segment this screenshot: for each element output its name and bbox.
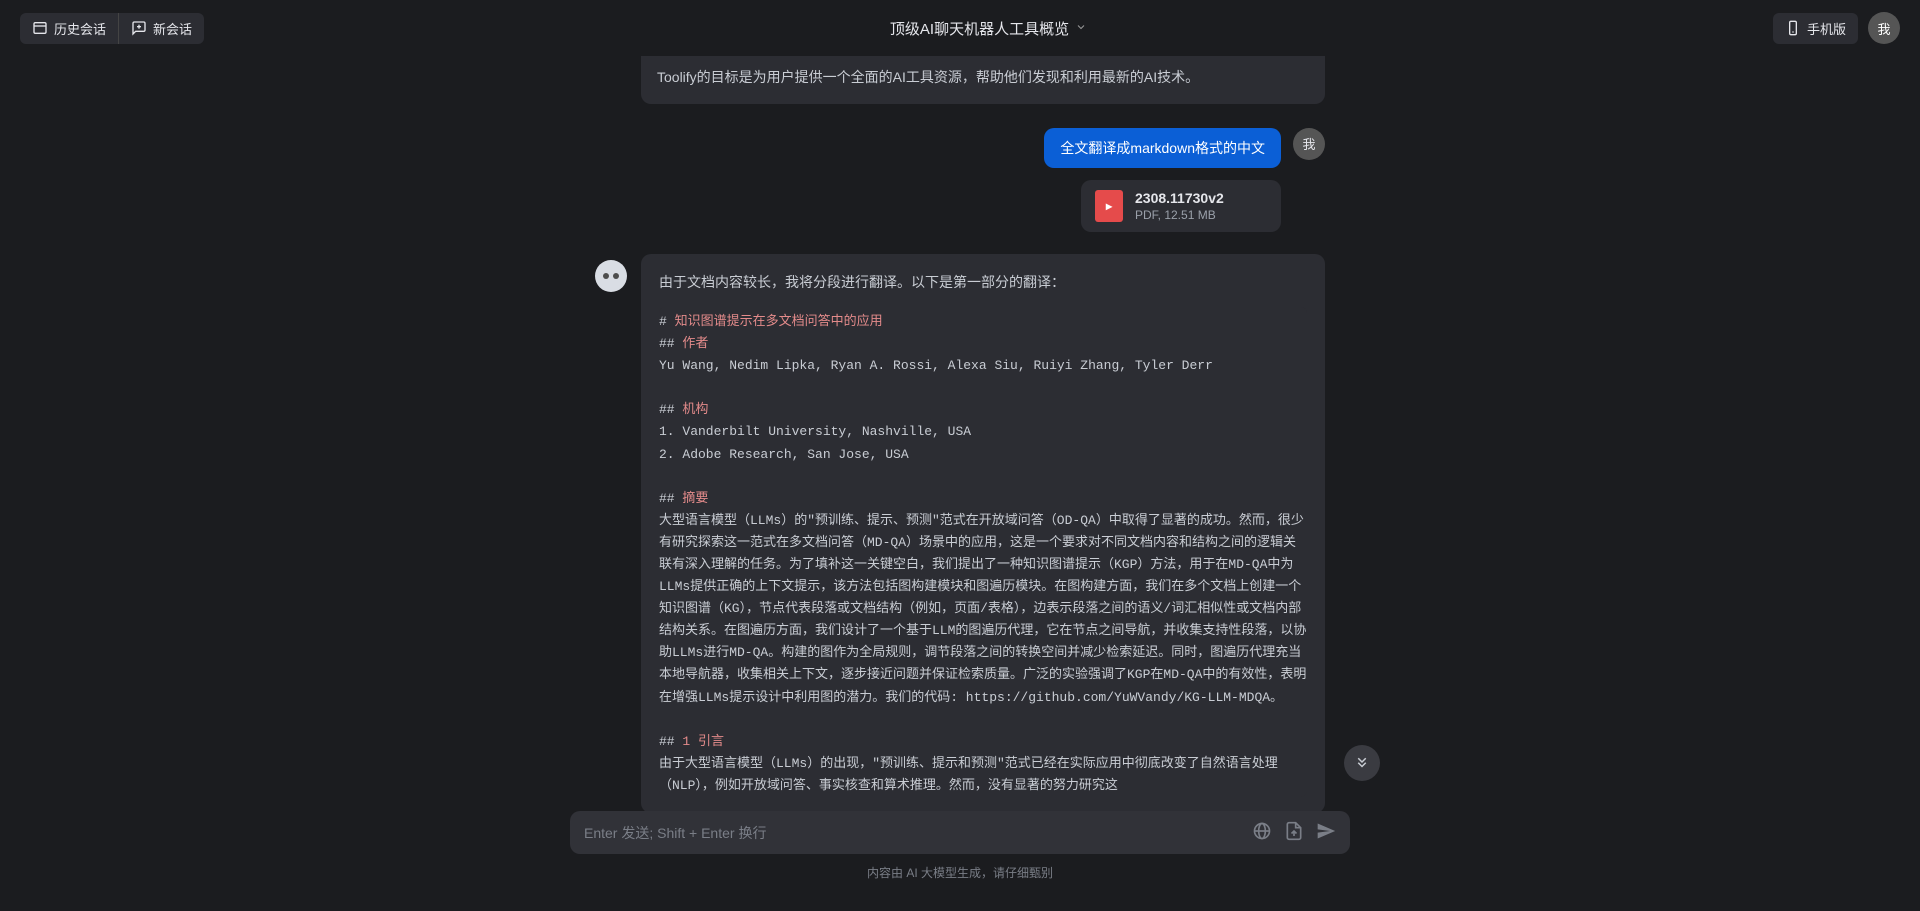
phone-icon [1785, 20, 1801, 36]
double-chevron-down-icon [1353, 753, 1371, 774]
ai-eyes-icon [603, 273, 619, 279]
message-input-bar [570, 811, 1350, 854]
user-message-bubble: 全文翻译成markdown格式的中文 [1044, 128, 1281, 168]
md-h1: 知识图谱提示在多文档问答中的应用 [675, 314, 883, 329]
upload-file-button[interactable] [1284, 821, 1304, 844]
disclaimer-text: 内容由 AI 大模型生成，请仔细甄别 [867, 864, 1053, 881]
history-label: 历史会话 [54, 19, 106, 38]
new-chat-label: 新会话 [153, 19, 192, 38]
user-avatar-header[interactable]: 我 [1868, 12, 1900, 44]
history-button[interactable]: 历史会话 [20, 13, 119, 44]
md-inst2: 2. Adobe Research, San Jose, USA [659, 447, 909, 462]
user-message-row: 全文翻译成markdown格式的中文 我 [595, 128, 1325, 168]
md-h2-authors: 作者 [682, 336, 708, 351]
markdown-code-block: # 知识图谱提示在多文档问答中的应用 ## 作者 Yu Wang, Nedim … [659, 307, 1307, 797]
md-authors: Yu Wang, Nedim Lipka, Ryan A. Rossi, Ale… [659, 358, 1213, 373]
prev-ai-message-tail: Toolify的目标是为用户提供一个全面的AI工具资源，帮助他们发现和利用最新的… [641, 56, 1325, 104]
file-info: 2308.11730v2 PDF, 12.51 MB [1135, 190, 1224, 222]
app-header: 历史会话 新会话 顶级AI聊天机器人工具概览 手机版 我 [0, 0, 1920, 56]
chevron-down-icon [1075, 21, 1087, 36]
md-h2-prefix: ## [659, 734, 682, 749]
mobile-button[interactable]: 手机版 [1773, 13, 1858, 44]
new-chat-icon [131, 20, 147, 36]
send-button[interactable] [1316, 821, 1336, 844]
file-upload-icon [1284, 821, 1304, 844]
user-avatar: 我 [1293, 128, 1325, 160]
input-area: 内容由 AI 大模型生成，请仔细甄别 [0, 811, 1920, 881]
ai-avatar [595, 260, 627, 292]
web-access-button[interactable] [1252, 821, 1272, 844]
mobile-label: 手机版 [1807, 19, 1846, 38]
chat-inner: Toolify的目标是为用户提供一个全面的AI工具资源，帮助他们发现和利用最新的… [595, 56, 1325, 811]
message-input[interactable] [584, 825, 1240, 841]
file-name: 2308.11730v2 [1135, 190, 1224, 206]
file-attachment[interactable]: 2308.11730v2 PDF, 12.51 MB [1081, 180, 1281, 232]
prev-ai-text: Toolify的目标是为用户提供一个全面的AI工具资源，帮助他们发现和利用最新的… [657, 69, 1199, 85]
ai-message-bubble: 由于文档内容较长，我将分段进行翻译。以下是第一部分的翻译： # 知识图谱提示在多… [641, 254, 1325, 811]
md-h2-inst: 机构 [682, 402, 708, 417]
page-title: 顶级AI聊天机器人工具概览 [890, 18, 1069, 39]
md-h2-abs: 摘要 [682, 491, 708, 506]
pdf-icon [1095, 190, 1123, 222]
md-abstract: 大型语言模型（LLMs）的"预训练、提示、预测"范式在开放域问答（OD-QA）中… [659, 513, 1306, 705]
chat-scroll-area[interactable]: Toolify的目标是为用户提供一个全面的AI工具资源，帮助他们发现和利用最新的… [0, 56, 1920, 811]
globe-icon [1252, 821, 1272, 844]
header-left: 历史会话 新会话 [20, 13, 204, 44]
md-intro-body: 由于大型语言模型（LLMs）的出现，"预训练、提示和预测"范式已经在实际应用中彻… [659, 756, 1278, 793]
history-icon [32, 20, 48, 36]
user-avatar-text: 我 [1302, 134, 1315, 153]
md-h2-prefix: ## [659, 336, 682, 351]
ai-intro-text: 由于文档内容较长，我将分段进行翻译。以下是第一部分的翻译： [659, 270, 1307, 295]
file-meta: PDF, 12.51 MB [1135, 208, 1224, 222]
md-h2-intro: 引言 [690, 734, 724, 749]
md-inst1: 1. Vanderbilt University, Nashville, USA [659, 424, 971, 439]
header-right: 手机版 我 [1773, 12, 1900, 44]
title-dropdown[interactable]: 顶级AI聊天机器人工具概览 [890, 18, 1087, 39]
md-h2-prefix: ## [659, 491, 682, 506]
attachment-row: 2308.11730v2 PDF, 12.51 MB [595, 180, 1281, 232]
user-message-text: 全文翻译成markdown格式的中文 [1060, 140, 1265, 156]
scroll-to-bottom-button[interactable] [1344, 745, 1380, 781]
avatar-text: 我 [1877, 19, 1890, 38]
md-h1-prefix: # [659, 314, 675, 329]
md-h2-prefix: ## [659, 402, 682, 417]
new-chat-button[interactable]: 新会话 [119, 13, 204, 44]
ai-message-row: 由于文档内容较长，我将分段进行翻译。以下是第一部分的翻译： # 知识图谱提示在多… [595, 254, 1325, 811]
send-icon [1316, 821, 1336, 844]
